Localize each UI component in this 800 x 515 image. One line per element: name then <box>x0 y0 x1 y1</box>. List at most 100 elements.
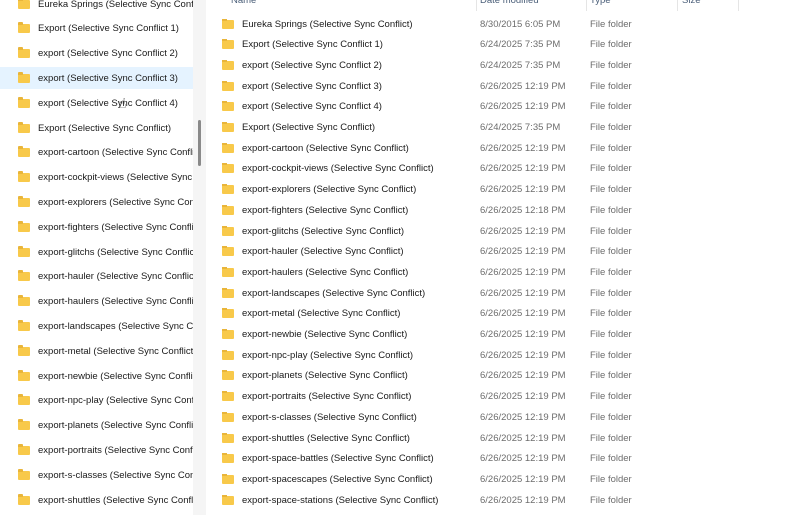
column-divider[interactable] <box>586 0 587 11</box>
column-divider[interactable] <box>738 0 739 11</box>
nav-item[interactable]: export-haulers (Selective Sync Conflict) <box>0 291 193 313</box>
file-name: export-cockpit-views (Selective Sync Con… <box>242 163 434 175</box>
folder-icon <box>222 329 234 339</box>
file-name: export-newbie (Selective Sync Conflict) <box>242 329 408 340</box>
column-header-type[interactable]: Type <box>590 0 611 9</box>
nav-item-label: export-shuttles (Selective Sync Conflict… <box>38 494 193 506</box>
file-type: File folder <box>590 163 632 175</box>
column-header-size[interactable]: Size <box>682 0 700 9</box>
nav-item-label: export (Selective Sync Conflict 3) <box>38 72 178 84</box>
column-header-date[interactable]: Date modified <box>480 0 539 9</box>
file-row[interactable]: export-landscapes (Selective Sync Confli… <box>222 283 742 303</box>
nav-scrollbar-track[interactable] <box>193 0 206 515</box>
column-divider[interactable] <box>677 0 678 11</box>
file-row[interactable]: export-fighters (Selective Sync Conflict… <box>222 200 742 220</box>
file-row[interactable]: export-space-battles (Selective Sync Con… <box>222 449 742 469</box>
folder-icon <box>222 391 234 402</box>
folder-icon <box>18 344 30 356</box>
folder-icon <box>18 319 30 331</box>
file-type: File folder <box>590 308 632 320</box>
nav-item-label: Export (Selective Sync Conflict) <box>38 122 172 134</box>
nav-item[interactable]: export-newbie (Selective Sync Conflict) <box>0 365 193 387</box>
folder-icon <box>222 266 234 277</box>
file-name: export (Selective Sync Conflict 4) <box>242 101 382 113</box>
file-row[interactable]: export-cartoon (Selective Sync Conflict)… <box>222 138 742 158</box>
file-row[interactable]: export-hauler (Selective Sync Conflict) 6… <box>222 242 742 262</box>
nav-item[interactable]: Eureka Springs (Selective Sync Conflict) <box>0 0 193 15</box>
nav-item[interactable]: Export (Selective Sync Conflict 1) <box>0 18 193 40</box>
file-row[interactable]: export (Selective Sync Conflict 2) 6/24/2… <box>222 55 742 75</box>
folder-icon <box>222 184 234 195</box>
file-date: 8/30/2015 6:05 PM <box>480 18 561 30</box>
file-type: File folder <box>590 432 632 444</box>
folder-icon <box>18 419 30 431</box>
nav-item[interactable]: export-metal (Selective Sync Conflict) <box>0 340 193 362</box>
file-row[interactable]: export-npc-play (Selective Sync Conflict… <box>222 345 742 365</box>
file-row[interactable]: export (Selective Sync Conflict 4) 6/26/2… <box>222 97 742 117</box>
file-name: export (Selective Sync Conflict 2) <box>242 59 382 71</box>
nav-item[interactable]: export-planets (Selective Sync Conflict) <box>0 415 193 437</box>
nav-item[interactable]: export-landscapes (Selective Sync Confli… <box>0 315 193 337</box>
nav-item-label: Eureka Springs (Selective Sync Conflict) <box>38 0 193 10</box>
nav-item[interactable]: export-explorers (Selective Sync Conflic… <box>0 191 193 213</box>
file-name: export-landscapes (Selective Sync Confli… <box>242 287 426 299</box>
folder-icon <box>18 146 30 158</box>
file-name: export-explorers (Selective Sync Conflic… <box>242 184 417 196</box>
folder-icon <box>222 18 234 29</box>
folder-icon <box>18 195 30 207</box>
folder-icon <box>222 432 234 443</box>
folder-icon <box>222 246 234 257</box>
nav-item[interactable]: export-fighters (Selective Sync Conflict… <box>0 216 193 238</box>
nav-item[interactable]: export-glitchs (Selective Sync Conflict) <box>0 241 193 263</box>
nav-item-label: export-glitchs (Selective Sync Conflict) <box>38 246 193 258</box>
column-header-name[interactable]: Name <box>231 0 256 9</box>
nav-item-label: export-newbie (Selective Sync Conflict) <box>38 370 193 382</box>
column-divider[interactable] <box>476 0 477 11</box>
file-row[interactable]: export-haulers (Selective Sync Conflict)… <box>222 262 742 282</box>
file-row[interactable]: export-shuttles (Selective Sync Conflict… <box>222 428 742 448</box>
nav-item[interactable]: export-cartoon (Selective Sync Conflict) <box>0 142 193 164</box>
nav-item[interactable]: export-cockpit-views (Selective Sync Con… <box>0 167 193 189</box>
file-row[interactable]: export-space-stations (Selective Sync Co… <box>222 490 742 510</box>
folder-icon <box>222 287 234 298</box>
file-name: export-cartoon (Selective Sync Conflict) <box>242 142 409 154</box>
nav-scrollbar-thumb[interactable] <box>198 120 201 166</box>
file-row[interactable]: export-spacescapes (Selective Sync Confl… <box>222 469 742 489</box>
nav-item[interactable]: export (Selective Sync Conflict 2) <box>0 43 193 65</box>
nav-item[interactable]: export (Selective Sync Conflict 4) <box>0 92 193 114</box>
file-type: File folder <box>590 101 632 113</box>
file-row[interactable]: export-newbie (Selective Sync Conflict) 6… <box>222 325 742 345</box>
file-date: 6/26/2025 12:19 PM <box>480 246 566 258</box>
file-row[interactable]: export-s-classes (Selective Sync Conflic… <box>222 407 742 427</box>
file-row[interactable]: export-metal (Selective Sync Conflict) 6/… <box>222 304 742 324</box>
nav-item[interactable]: export-npc-play (Selective Sync Conflict… <box>0 390 193 412</box>
file-row[interactable]: export (Selective Sync Conflict 3) 6/26/2… <box>222 76 742 96</box>
nav-item[interactable]: Export (Selective Sync Conflict) <box>0 117 193 139</box>
file-name: export-glitchs (Selective Sync Conflict) <box>242 225 405 237</box>
file-name: export-metal (Selective Sync Conflict) <box>242 308 401 320</box>
folder-icon <box>222 204 234 215</box>
nav-item[interactable]: export (Selective Sync Conflict 3) <box>0 67 193 90</box>
file-row[interactable]: Eureka Springs (Selective Sync Conflict)… <box>222 14 742 34</box>
file-row[interactable]: Export (Selective Sync Conflict) 6/24/202… <box>222 118 742 138</box>
nav-item[interactable]: export-shuttles (Selective Sync Conflict… <box>0 489 193 511</box>
file-row[interactable]: export-glitchs (Selective Sync Conflict)… <box>222 221 742 241</box>
file-type: File folder <box>590 287 632 299</box>
file-date: 6/26/2025 12:19 PM <box>480 494 566 506</box>
folder-icon <box>18 0 30 9</box>
navigation-pane: Eureka Springs (Selective Sync Conflict)… <box>0 0 193 515</box>
file-row[interactable]: export-portraits (Selective Sync Conflic… <box>222 387 742 407</box>
file-row[interactable]: export-planets (Selective Sync Conflict)… <box>222 366 742 386</box>
nav-item-label: export-fighters (Selective Sync Conflict… <box>38 221 193 233</box>
nav-item[interactable]: export-hauler (Selective Sync Conflict) <box>0 266 193 288</box>
folder-icon <box>222 59 234 70</box>
nav-item[interactable]: export-portraits (Selective Sync Conflic… <box>0 439 193 461</box>
file-row[interactable]: export-explorers (Selective Sync Conflic… <box>222 180 742 200</box>
nav-item-label: export-portraits (Selective Sync Conflic… <box>38 444 193 456</box>
file-name: export-fighters (Selective Sync Conflict… <box>242 204 409 216</box>
nav-item[interactable]: export-s-classes (Selective Sync Conflic… <box>0 464 193 486</box>
file-name: export-haulers (Selective Sync Conflict) <box>242 266 409 278</box>
file-row[interactable]: Export (Selective Sync Conflict 1) 6/24/2… <box>222 35 742 55</box>
folder-icon <box>18 121 30 133</box>
file-row[interactable]: export-cockpit-views (Selective Sync Con… <box>222 159 742 179</box>
